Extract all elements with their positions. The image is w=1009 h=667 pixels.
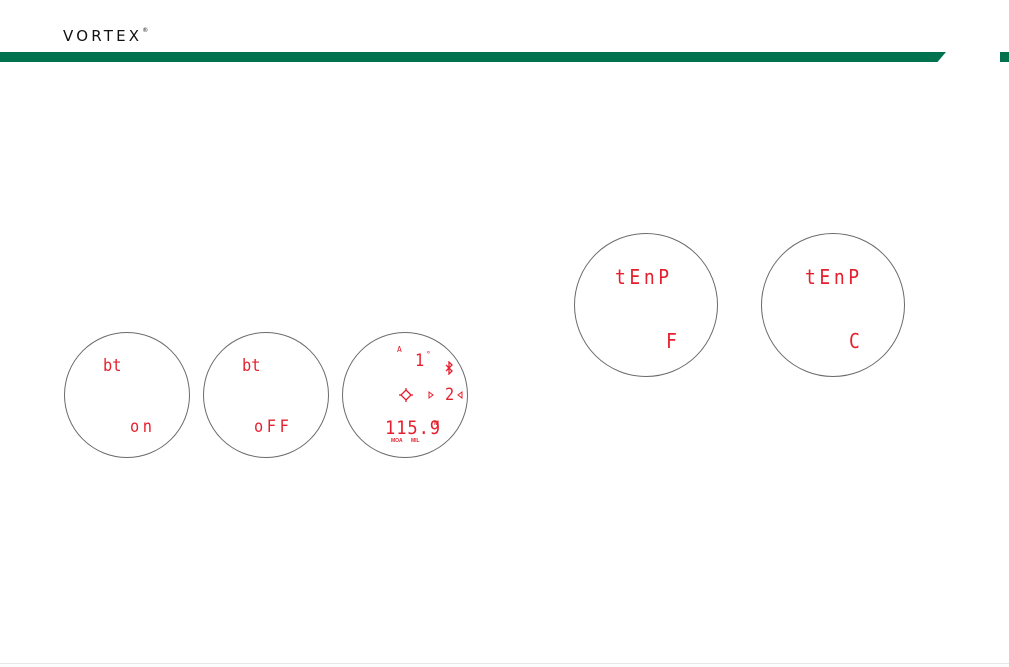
distance-unit: M [434,421,439,427]
display-ranging: A 1 ° 2 115.9 M MOA MIL [342,332,468,458]
display-top-text: bt [242,356,261,376]
display-bottom-text: F [666,329,677,353]
display-temp-c: tEnP C [761,233,905,377]
display-bt-on: bt on [64,332,190,458]
display-bottom-text: oFF [254,417,293,437]
label-moa: MOA [391,438,403,444]
vortex-logo: VORTEX® [63,27,149,45]
registered-mark: ® [142,27,149,34]
page-bottom-rule [0,663,1009,664]
angle-marker: A [397,345,402,354]
display-top-text: tEnP [615,265,673,289]
display-bt-off: bt oFF [203,332,329,458]
display-temp-f: tEnP F [574,233,718,377]
hold-arrow-right-icon [457,391,463,399]
bluetooth-icon [445,361,453,375]
display-top-text: bt [103,356,122,376]
hold-value: 2 [445,385,455,405]
distance-value: 115.9 [385,417,441,439]
angle-value: 1 [415,351,425,371]
display-top-text: tEnP [805,265,863,289]
crosshair-icon [399,388,413,402]
page-tab [1000,52,1009,62]
label-mil: MIL [411,438,420,444]
display-bottom-text: C [849,329,860,353]
header-band [0,52,946,62]
hold-arrow-left-icon [428,391,434,399]
degree-symbol: ° [426,350,431,359]
brand-name: VORTEX [63,27,143,45]
display-bottom-text: on [130,417,156,437]
